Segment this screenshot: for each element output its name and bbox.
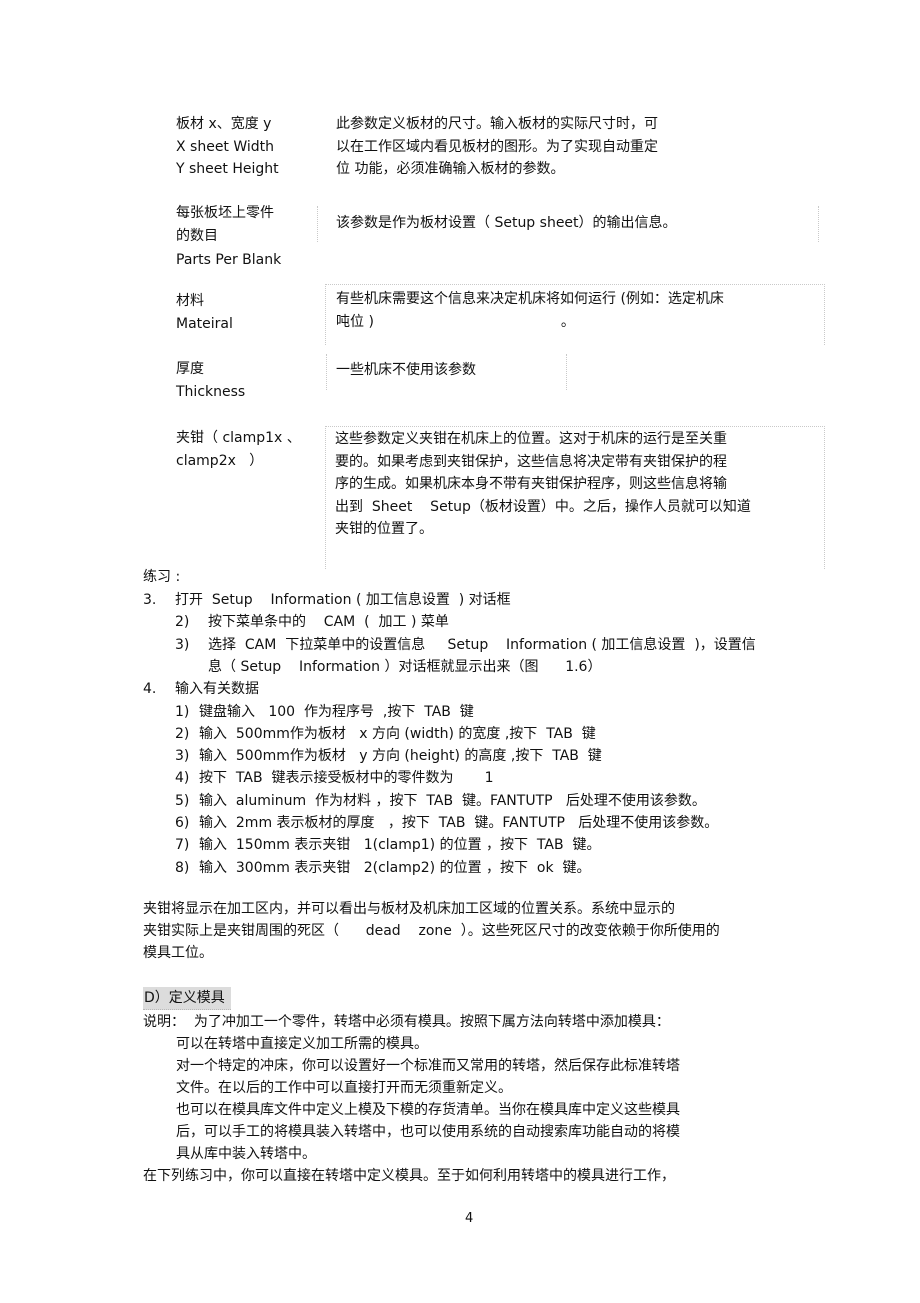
exercise-title: 练习 : bbox=[143, 569, 181, 585]
paragraph-line: 夹钳将显示在加工区内，并可以看出与板材及机床加工区域的位置关系。系统中显示的 bbox=[143, 901, 675, 917]
desc-line: 这些参数定义夹钳在机床上的位置。这对于机床的运行是至关重 bbox=[335, 431, 727, 447]
substep-text: 输入 500mm作为板材 x 方向 (width) 的宽度 ,按下 TAB 键 bbox=[199, 726, 596, 742]
param-label-clamps: 夹钳（ clamp1x 、 clamp2x ） bbox=[176, 427, 301, 472]
param-label-parts-per-blank: 每张板坯上零件 的数目 Parts Per Blank bbox=[176, 202, 281, 272]
step-number: 4. bbox=[143, 681, 157, 697]
substep-text-continued: 息（ Setup Information ）对话框就显示出来（图 1.6） bbox=[208, 659, 602, 675]
substep-number: 2) bbox=[175, 726, 190, 742]
label-line: 板材 x、宽度 y bbox=[176, 116, 272, 132]
step-text: 打开 Setup Information ( 加工信息设置 ) 对话框 bbox=[175, 592, 511, 608]
list-item-continued: 后，可以手工的将模具装入转塔中，也可以使用系统的自动搜索库功能自动的将模 bbox=[176, 1124, 680, 1140]
substep-text: 输入 150mm 表示夹钳 1(clamp1) 的位置 ，按下 TAB 键。 bbox=[199, 837, 601, 853]
list-item: 也可以在模具库文件中定义上模及下模的存货清单。当你在模具库中定义这些模具 bbox=[176, 1102, 680, 1118]
desc-line: 一些机床不使用该参数 bbox=[336, 362, 476, 378]
desc-line: 序的生成。如果机床本身不带有夹钳保护程序，则这些信息将输 bbox=[335, 476, 727, 492]
cell-border bbox=[326, 354, 327, 390]
desc-line: 要的。如果考虑到夹钳保护，这些信息将决定带有夹钳保护的程 bbox=[335, 453, 727, 470]
desc-line: 该参数是作为板材设置（ Setup sheet）的输出信息。 bbox=[336, 215, 677, 231]
desc-line: 此参数定义板材的尺寸。输入板材的实际尺寸时，可 bbox=[336, 116, 658, 132]
label-line: Parts Per Blank bbox=[176, 252, 282, 268]
label-line: Mateiral bbox=[176, 315, 233, 332]
step-number: 3. bbox=[143, 592, 157, 608]
label-line: 的数目 bbox=[176, 227, 218, 244]
substep-text: 输入 500mm作为板材 y 方向 (height) 的高度 ,按下 TAB 键 bbox=[199, 748, 602, 764]
substep-number: 1) bbox=[175, 704, 190, 720]
page-number: 4 bbox=[465, 1211, 474, 1226]
substep-text: 键盘输入 100 作为程序号 ,按下 TAB 键 bbox=[199, 704, 474, 720]
param-desc-material: 有些机床需要这个信息来决定机床将如何运行 (例如：选定机床 吨位 ) 。 bbox=[336, 288, 724, 333]
section-heading: D）定义模具 bbox=[143, 987, 231, 1010]
substep-number: 7) bbox=[175, 837, 190, 853]
param-desc-clamps: 这些参数定义夹钳在机床上的位置。这对于机床的运行是至关重 要的。如果考虑到夹钳保… bbox=[335, 428, 751, 541]
param-desc-thickness: 一些机床不使用该参数 bbox=[336, 359, 476, 382]
desc-line: 以在工作区域内看见板材的图形。为了实现自动重定 bbox=[336, 138, 658, 155]
cell-border bbox=[818, 206, 819, 242]
paragraph-line: 模具工位。 bbox=[143, 945, 213, 961]
desc-line: 吨位 ) 。 bbox=[336, 313, 575, 330]
desc-line: 夹钳的位置了。 bbox=[335, 521, 433, 537]
substep-text: 选择 CAM 下拉菜单中的设置信息 Setup Information ( 加工… bbox=[208, 637, 756, 653]
substep-number: 5) bbox=[175, 793, 190, 809]
substep-number: 6) bbox=[175, 815, 190, 831]
substep-number: 2) bbox=[175, 614, 190, 630]
label-line: 每张板坯上零件 bbox=[176, 205, 274, 221]
substep-number: 8) bbox=[175, 860, 190, 876]
desc-line: 位 功能，必须准确输入板材的参数。 bbox=[336, 161, 565, 177]
list-item: 可以在转塔中直接定义加工所需的模具。 bbox=[176, 1036, 428, 1052]
step-text: 输入有关数据 bbox=[175, 681, 259, 697]
cell-border bbox=[317, 206, 318, 242]
substep-text: 输入 300mm 表示夹钳 2(clamp2) 的位置 ，按下 ok 键。 bbox=[199, 860, 591, 876]
section-intro: 说明： 为了冲加工一个零件，转塔中必须有模具。按照下属方法向转塔中添加模具： bbox=[143, 1014, 670, 1030]
label-line: Thickness bbox=[176, 383, 246, 400]
param-label-material: 材料 Mateiral bbox=[176, 290, 233, 335]
label-line: 夹钳（ clamp1x 、 bbox=[176, 430, 301, 446]
label-line: clamp2x ） bbox=[176, 452, 264, 469]
paragraph-line: 夹钳实际上是夹钳周围的死区（ dead zone ）。这些死区尺寸的改变依赖于你… bbox=[143, 923, 720, 939]
param-label-sheet-size: 板材 x、宽度 y X sheet Width Y sheet Height bbox=[176, 113, 279, 181]
substep-text: 按下菜单条中的 CAM ( 加工 ) 菜单 bbox=[208, 614, 449, 630]
list-item-continued: 文件。在以后的工作中可以直接打开而无须重新定义。 bbox=[176, 1080, 512, 1096]
desc-line: 出到 Sheet Setup（板材设置）中。之后，操作人员就可以知道 bbox=[335, 498, 751, 515]
param-desc-sheet-size: 此参数定义板材的尺寸。输入板材的实际尺寸时，可 以在工作区域内看见板材的图形。为… bbox=[336, 113, 658, 181]
substep-number: 3) bbox=[175, 637, 190, 653]
param-desc-parts-per-blank: 该参数是作为板材设置（ Setup sheet）的输出信息。 bbox=[336, 212, 677, 235]
substep-text: 输入 aluminum 作为材料 ，按下 TAB 键。FANTUTP 后处理不使… bbox=[199, 793, 706, 809]
label-line: Y sheet Height bbox=[176, 161, 279, 177]
list-item-continued: 具从库中装入转塔中。 bbox=[176, 1146, 316, 1162]
substep-number: 3) bbox=[175, 748, 190, 764]
closing-line: 在下列练习中，你可以直接在转塔中定义模具。至于如何利用转塔中的模具进行工作， bbox=[143, 1168, 675, 1184]
label-line: X sheet Width bbox=[176, 138, 275, 155]
list-item: 对一个特定的冲床，你可以设置好一个标准而又常用的转塔，然后保存此标准转塔 bbox=[176, 1058, 680, 1074]
label-line: 材料 bbox=[176, 293, 204, 309]
cell-border bbox=[566, 354, 567, 390]
param-label-thickness: 厚度 Thickness bbox=[176, 358, 245, 403]
label-line: 厚度 bbox=[176, 361, 204, 377]
substep-text: 输入 2mm 表示板材的厚度 ，按下 TAB 键。FANTUTP 后处理不使用该… bbox=[199, 815, 719, 831]
substep-number: 4) bbox=[175, 770, 190, 786]
desc-line: 有些机床需要这个信息来决定机床将如何运行 (例如：选定机床 bbox=[336, 291, 724, 307]
substep-text: 按下 TAB 键表示接受板材中的零件数为 1 bbox=[199, 770, 494, 786]
